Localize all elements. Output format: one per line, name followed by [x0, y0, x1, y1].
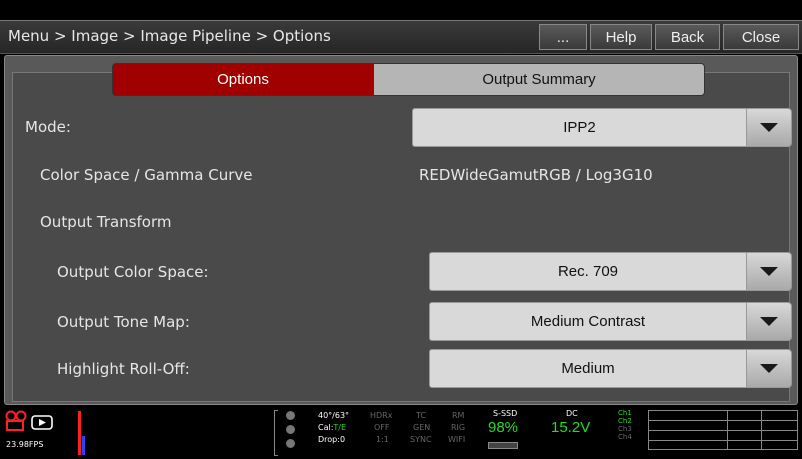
output-tone-map-label: Output Tone Map: [57, 313, 190, 331]
mode-dropdown[interactable]: IPP2 [412, 108, 747, 147]
chevron-down-icon [760, 364, 778, 373]
audio-channel-meters [648, 410, 798, 450]
hdrx-value: OFF [374, 423, 390, 432]
tc-label: TC [416, 411, 427, 420]
audio-meter-left [78, 411, 81, 455]
output-tone-map-arrow[interactable] [746, 302, 792, 341]
calibration-readout: Cal:T/E [318, 423, 347, 432]
channel-2-label: Ch2 [618, 417, 632, 425]
wifi-label: WIFI [448, 435, 466, 444]
color-space-value: REDWideGamutRGB / Log3G10 [419, 166, 653, 184]
tc-value: GEN [413, 423, 431, 432]
highlight-rolloff-label: Highlight Roll-Off: [57, 360, 190, 378]
close-button[interactable]: Close [723, 24, 799, 50]
output-color-space-arrow[interactable] [746, 252, 792, 291]
chevron-down-icon [760, 267, 778, 276]
output-color-space-label: Output Color Space: [57, 263, 209, 281]
rig-label: RIG [451, 423, 466, 432]
mode-dropdown-arrow[interactable] [746, 108, 792, 147]
back-button[interactable]: Back [655, 24, 720, 50]
channel-list: Ch1 Ch2 Ch3 Ch4 [618, 409, 632, 441]
breadcrumb: Menu > Image > Image Pipeline > Options [8, 27, 331, 45]
chevron-down-icon [760, 123, 778, 132]
media-percent: 98% [488, 419, 519, 436]
more-button[interactable]: ... [539, 24, 587, 50]
ratio-value: 1:1 [376, 435, 389, 444]
fps-readout: 23.98FPS [6, 440, 44, 449]
mode-label: Mode: [25, 118, 71, 136]
media-meter [488, 442, 518, 449]
help-button[interactable]: Help [590, 24, 652, 50]
drop-readout: Drop:0 [318, 435, 346, 444]
chevron-down-icon [760, 317, 778, 326]
record-camera-icon [5, 410, 53, 431]
output-tone-map-dropdown[interactable]: Medium Contrast [429, 302, 747, 341]
tab-output-summary[interactable]: Output Summary [373, 63, 705, 96]
rm-label: RM [452, 411, 465, 420]
output-color-space-dropdown[interactable]: Rec. 709 [429, 252, 747, 291]
indicator-light-2 [286, 425, 295, 434]
indicator-bracket [274, 410, 278, 456]
status-bar: 23.98FPS 40°/63° Cal:T/E Drop:0 HDRx OFF… [0, 406, 802, 459]
power-label: DC [566, 409, 578, 418]
channel-3-label: Ch3 [618, 425, 632, 433]
tab-options[interactable]: Options [112, 63, 374, 96]
title-bar: Menu > Image > Image Pipeline > Options … [0, 20, 802, 54]
channel-4-label: Ch4 [618, 433, 632, 441]
sync-value: SYNC [410, 435, 432, 444]
media-label: S-SSD [493, 409, 518, 418]
temperature-readout: 40°/63° [318, 411, 350, 420]
highlight-rolloff-arrow[interactable] [746, 349, 792, 388]
indicator-light-3 [286, 439, 295, 448]
color-space-label: Color Space / Gamma Curve [40, 166, 253, 184]
audio-meter-right [82, 436, 85, 455]
indicator-light-1 [286, 411, 295, 420]
hdrx-label: HDRx [370, 411, 393, 420]
output-transform-heading: Output Transform [40, 213, 172, 231]
power-voltage: 15.2V [551, 419, 591, 436]
channel-1-label: Ch1 [618, 409, 632, 417]
highlight-rolloff-dropdown[interactable]: Medium [429, 349, 747, 388]
